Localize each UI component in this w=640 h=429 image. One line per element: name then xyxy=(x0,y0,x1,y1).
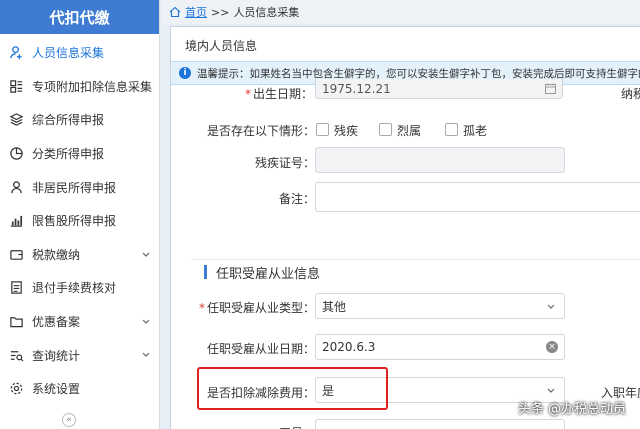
chevron-down-icon xyxy=(142,252,150,257)
panel-title: 境内人员信息 xyxy=(185,39,258,53)
sidebar-item-label: 综合所得申报 xyxy=(32,113,105,128)
chevron-down-icon xyxy=(547,388,555,393)
sidebar-item-label: 人员信息采集 xyxy=(32,46,105,61)
employment-date-value: 2020.6.3 xyxy=(322,340,376,354)
disabled-checkbox[interactable] xyxy=(316,123,329,136)
lonely-elderly-option-label: 孤老 xyxy=(463,124,488,138)
section-accent-bar xyxy=(204,265,207,279)
app-title: 代扣代缴 xyxy=(0,0,159,34)
sidebar-item-special-deduction[interactable]: 专项附加扣除信息采集 xyxy=(0,70,159,104)
chevron-down-icon xyxy=(547,304,555,309)
sidebar-item-comprehensive-income[interactable]: 综合所得申报 xyxy=(0,103,159,137)
pie-chart-icon xyxy=(8,146,24,162)
taxpayer-id-label-partial: 纳税 xyxy=(621,87,640,101)
calendar-icon xyxy=(545,83,556,94)
sidebar-item-label: 专项附加扣除信息采集 xyxy=(32,79,153,94)
birth-date-field[interactable]: 1975.12.21 xyxy=(315,79,563,99)
sidebar-item-restricted-shares[interactable]: 限售股所得申报 xyxy=(0,204,159,238)
disability-cert-input[interactable] xyxy=(315,147,565,173)
gear-icon xyxy=(8,381,24,397)
layers-icon xyxy=(8,112,24,128)
sidebar-item-label: 优惠备案 xyxy=(32,315,81,330)
bar-chart-icon xyxy=(8,213,24,229)
employee-no-input[interactable] xyxy=(315,419,565,429)
sidebar-item-nonresident-income[interactable]: 非居民所得申报 xyxy=(0,170,159,204)
person-info-panel: 境内人员信息 i 温馨提示：如果姓名当中包含生僻字的，您可以安装生僻字补丁包，安… xyxy=(170,26,640,429)
sidebar-item-tax-payment[interactable]: 税款缴纳 xyxy=(0,238,159,272)
home-icon xyxy=(169,6,181,18)
remarks-label: 备注： xyxy=(279,192,316,206)
breadcrumb: 首页 >> 人员信息采集 xyxy=(161,0,640,24)
remarks-input[interactable] xyxy=(315,182,640,212)
sidebar-item-label: 分类所得申报 xyxy=(32,147,105,162)
disability-cert-label: 残疾证号： xyxy=(255,156,316,170)
grid-icon xyxy=(8,78,24,94)
highlight-annotation-box xyxy=(197,367,388,410)
situation-label: 是否存在以下情形： xyxy=(207,124,316,138)
query-list-icon xyxy=(8,347,24,363)
folder-icon xyxy=(8,314,24,330)
person-icon xyxy=(8,179,24,195)
section-divider xyxy=(191,259,640,260)
chevron-down-icon xyxy=(142,352,150,358)
sidebar-item-person-info[interactable]: 人员信息采集 xyxy=(0,36,159,70)
info-icon: i xyxy=(179,67,191,79)
chevron-down-icon xyxy=(142,319,150,324)
lonely-elderly-checkbox[interactable] xyxy=(445,123,458,136)
sidebar-item-classified-income[interactable]: 分类所得申报 xyxy=(0,137,159,171)
sidebar-item-label: 系统设置 xyxy=(32,382,81,397)
breadcrumb-home-link[interactable]: 首页 xyxy=(185,4,207,20)
employment-date-label: 任职受雇从业日期： xyxy=(207,342,316,356)
wallet-icon xyxy=(8,246,24,262)
employment-type-value: 其他 xyxy=(322,299,347,314)
sidebar-item-label: 退付手续费核对 xyxy=(32,281,117,296)
clear-icon[interactable]: × xyxy=(546,341,558,353)
breadcrumb-current: 人员信息采集 xyxy=(233,6,300,19)
sidebar-item-system-settings[interactable]: 系统设置 xyxy=(0,372,159,406)
martyr-family-checkbox[interactable] xyxy=(379,123,392,136)
breadcrumb-separator: >> xyxy=(211,5,230,19)
employment-date-input[interactable]: 2020.6.3 × xyxy=(315,334,565,360)
martyr-family-option-label: 烈属 xyxy=(397,124,422,138)
section-title: 任职受雇从业信息 xyxy=(216,267,321,282)
employment-type-select[interactable]: 其他 xyxy=(315,293,565,319)
birth-date-label: * 出生日期： xyxy=(245,87,314,101)
sidebar-item-preferential-filing[interactable]: 优惠备案 xyxy=(0,305,159,339)
employee-no-label-partial: 工号 xyxy=(279,424,303,429)
sidebar-item-label: 税款缴纳 xyxy=(32,247,81,262)
sidebar-item-label: 限售股所得申报 xyxy=(32,214,117,229)
birth-date-value: 1975.12.21 xyxy=(322,81,391,96)
employment-type-label: * 任职受雇从业类型： xyxy=(199,301,316,315)
sidebar-item-label: 非居民所得申报 xyxy=(32,180,117,195)
sidebar-item-label: 查询统计 xyxy=(32,348,81,363)
sidebar-item-fee-refund[interactable]: 退付手续费核对 xyxy=(0,271,159,305)
sidebar: 代扣代缴 人员信息采集 专项附加扣除信息采集 综合所得申报 分类所得申报 非居民… xyxy=(0,0,160,429)
disabled-option-label: 残疾 xyxy=(334,124,359,138)
document-icon xyxy=(8,280,24,296)
sidebar-item-query-stats[interactable]: 查询统计 xyxy=(0,338,159,372)
collapse-sidebar-button[interactable]: « xyxy=(62,413,76,427)
watermark: 头条 @办税总动员 xyxy=(517,402,626,417)
user-add-icon xyxy=(8,45,24,61)
